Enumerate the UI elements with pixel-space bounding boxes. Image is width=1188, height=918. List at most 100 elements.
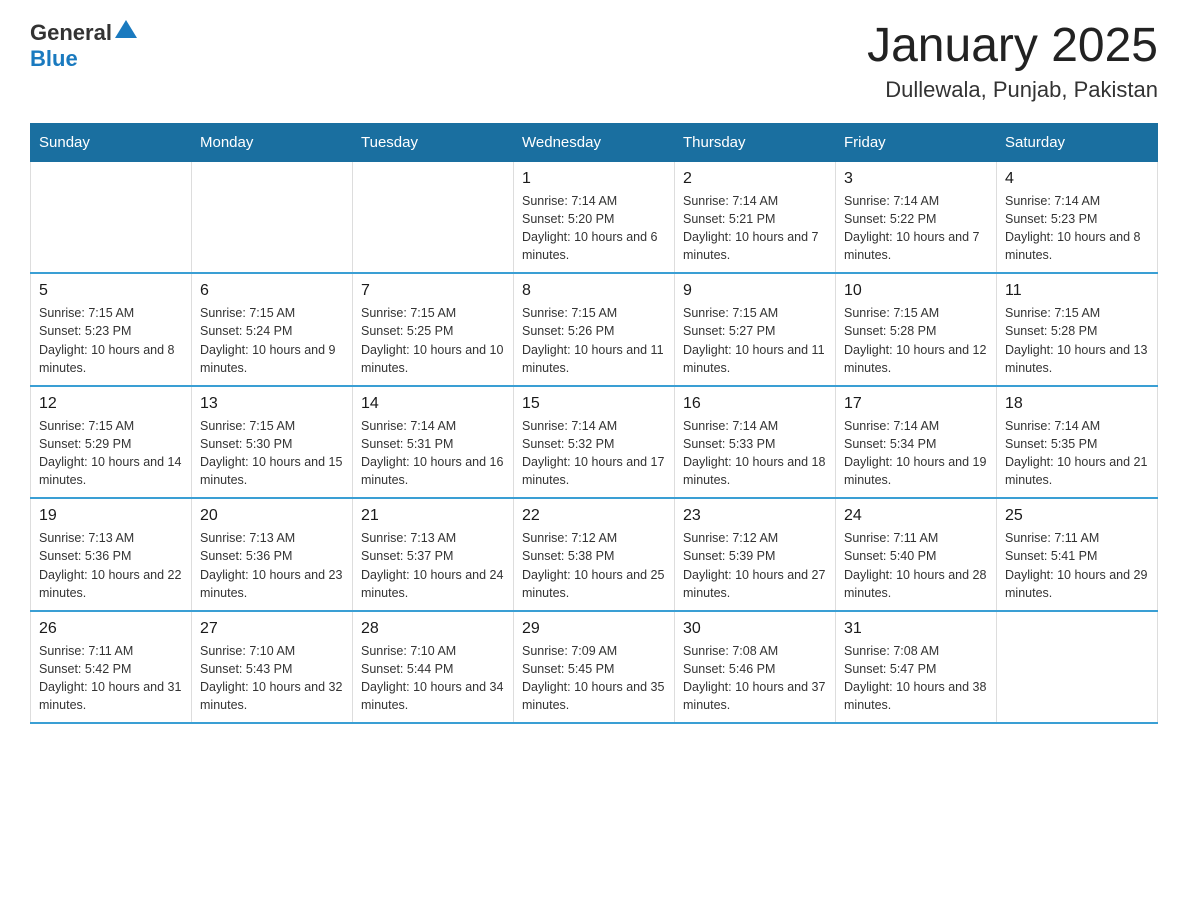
day-info: Sunrise: 7:15 AMSunset: 5:24 PMDaylight:… bbox=[200, 304, 344, 377]
day-number: 19 bbox=[39, 507, 183, 525]
day-header-friday: Friday bbox=[836, 123, 997, 161]
calendar-cell: 1 Sunrise: 7:14 AMSunset: 5:20 PMDaylight… bbox=[514, 161, 675, 273]
day-info: Sunrise: 7:14 AMSunset: 5:22 PMDaylight:… bbox=[844, 192, 988, 265]
calendar-cell: 7Sunrise: 7:15 AMSunset: 5:25 PMDaylight… bbox=[353, 273, 514, 386]
logo-arrow-icon bbox=[115, 20, 137, 43]
day-number: 24 bbox=[844, 507, 988, 525]
day-number: 5 bbox=[39, 282, 183, 300]
day-number: 3 bbox=[844, 170, 988, 188]
day-number: 15 bbox=[522, 395, 666, 413]
day-number: 10 bbox=[844, 282, 988, 300]
calendar-cell: 9 Sunrise: 7:15 AMSunset: 5:27 PMDaylight… bbox=[675, 273, 836, 386]
day-number: 23 bbox=[683, 507, 827, 525]
day-number: 27 bbox=[200, 620, 344, 638]
calendar-table: SundayMondayTuesdayWednesdayThursdayFrid… bbox=[30, 123, 1158, 725]
day-header-saturday: Saturday bbox=[997, 123, 1158, 161]
calendar-cell: 11Sunrise: 7:15 AMSunset: 5:28 PMDayligh… bbox=[997, 273, 1158, 386]
day-number: 22 bbox=[522, 507, 666, 525]
day-number: 25 bbox=[1005, 507, 1149, 525]
calendar-cell: 6Sunrise: 7:15 AMSunset: 5:24 PMDaylight… bbox=[192, 273, 353, 386]
logo-text-general: General bbox=[30, 20, 112, 46]
day-info: Sunrise: 7:12 AMSunset: 5:38 PMDaylight:… bbox=[522, 529, 666, 602]
calendar-cell: 8 Sunrise: 7:15 AMSunset: 5:26 PMDaylight… bbox=[514, 273, 675, 386]
day-header-sunday: Sunday bbox=[31, 123, 192, 161]
day-number: 21 bbox=[361, 507, 505, 525]
day-info: Sunrise: 7:14 AMSunset: 5:33 PMDaylight:… bbox=[683, 417, 827, 490]
calendar-cell: 12 Sunrise: 7:15 AMSunset: 5:29 PMDayligh… bbox=[31, 386, 192, 499]
day-number: 4 bbox=[1005, 170, 1149, 188]
calendar-cell: 18Sunrise: 7:14 AMSunset: 5:35 PMDayligh… bbox=[997, 386, 1158, 499]
day-header-tuesday: Tuesday bbox=[353, 123, 514, 161]
calendar-cell bbox=[997, 611, 1158, 724]
day-info: Sunrise: 7:10 AMSunset: 5:43 PMDaylight:… bbox=[200, 642, 344, 715]
calendar-cell: 29 Sunrise: 7:09 AMSunset: 5:45 PMDayligh… bbox=[514, 611, 675, 724]
calendar-cell: 13 Sunrise: 7:15 AMSunset: 5:30 PMDayligh… bbox=[192, 386, 353, 499]
logo-text-blue: Blue bbox=[30, 46, 78, 71]
page-header: General Blue January 2025 Dullewala, Pun… bbox=[30, 20, 1158, 103]
calendar-cell: 31Sunrise: 7:08 AMSunset: 5:47 PMDayligh… bbox=[836, 611, 997, 724]
day-number: 9 bbox=[683, 282, 827, 300]
day-info: Sunrise: 7:15 AMSunset: 5:30 PMDaylight:… bbox=[200, 417, 344, 490]
day-info: Sunrise: 7:10 AMSunset: 5:44 PMDaylight:… bbox=[361, 642, 505, 715]
day-info: Sunrise: 7:15 AMSunset: 5:29 PMDaylight:… bbox=[39, 417, 183, 490]
calendar-body: 1 Sunrise: 7:14 AMSunset: 5:20 PMDaylight… bbox=[31, 161, 1158, 723]
day-number: 13 bbox=[200, 395, 344, 413]
day-info: Sunrise: 7:15 AMSunset: 5:23 PMDaylight:… bbox=[39, 304, 183, 377]
calendar-cell: 15 Sunrise: 7:14 AMSunset: 5:32 PMDayligh… bbox=[514, 386, 675, 499]
day-info: Sunrise: 7:14 AMSunset: 5:21 PMDaylight:… bbox=[683, 192, 827, 265]
day-info: Sunrise: 7:14 AMSunset: 5:23 PMDaylight:… bbox=[1005, 192, 1149, 265]
day-number: 29 bbox=[522, 620, 666, 638]
day-info: Sunrise: 7:08 AMSunset: 5:47 PMDaylight:… bbox=[844, 642, 988, 715]
calendar-cell: 21 Sunrise: 7:13 AMSunset: 5:37 PMDayligh… bbox=[353, 498, 514, 611]
day-number: 8 bbox=[522, 282, 666, 300]
day-header-monday: Monday bbox=[192, 123, 353, 161]
day-number: 14 bbox=[361, 395, 505, 413]
day-number: 12 bbox=[39, 395, 183, 413]
calendar-cell: 16Sunrise: 7:14 AMSunset: 5:33 PMDayligh… bbox=[675, 386, 836, 499]
calendar-cell: 17 Sunrise: 7:14 AMSunset: 5:34 PMDayligh… bbox=[836, 386, 997, 499]
calendar-cell bbox=[31, 161, 192, 273]
day-number: 2 bbox=[683, 170, 827, 188]
day-info: Sunrise: 7:15 AMSunset: 5:27 PMDaylight:… bbox=[683, 304, 827, 377]
day-info: Sunrise: 7:13 AMSunset: 5:36 PMDaylight:… bbox=[200, 529, 344, 602]
calendar-header: SundayMondayTuesdayWednesdayThursdayFrid… bbox=[31, 123, 1158, 161]
day-info: Sunrise: 7:14 AMSunset: 5:20 PMDaylight:… bbox=[522, 192, 666, 265]
day-info: Sunrise: 7:15 AMSunset: 5:26 PMDaylight:… bbox=[522, 304, 666, 377]
calendar-cell bbox=[353, 161, 514, 273]
day-info: Sunrise: 7:11 AMSunset: 5:42 PMDaylight:… bbox=[39, 642, 183, 715]
calendar-cell: 24 Sunrise: 7:11 AMSunset: 5:40 PMDayligh… bbox=[836, 498, 997, 611]
day-number: 7 bbox=[361, 282, 505, 300]
week-row-5: 26Sunrise: 7:11 AMSunset: 5:42 PMDayligh… bbox=[31, 611, 1158, 724]
calendar-cell: 19 Sunrise: 7:13 AMSunset: 5:36 PMDayligh… bbox=[31, 498, 192, 611]
day-info: Sunrise: 7:13 AMSunset: 5:37 PMDaylight:… bbox=[361, 529, 505, 602]
week-row-3: 12 Sunrise: 7:15 AMSunset: 5:29 PMDayligh… bbox=[31, 386, 1158, 499]
logo: General Blue bbox=[30, 20, 137, 72]
day-info: Sunrise: 7:08 AMSunset: 5:46 PMDaylight:… bbox=[683, 642, 827, 715]
day-info: Sunrise: 7:11 AMSunset: 5:40 PMDaylight:… bbox=[844, 529, 988, 602]
calendar-cell: 28 Sunrise: 7:10 AMSunset: 5:44 PMDayligh… bbox=[353, 611, 514, 724]
day-number: 28 bbox=[361, 620, 505, 638]
day-info: Sunrise: 7:09 AMSunset: 5:45 PMDaylight:… bbox=[522, 642, 666, 715]
week-row-2: 5 Sunrise: 7:15 AMSunset: 5:23 PMDaylight… bbox=[31, 273, 1158, 386]
week-row-4: 19 Sunrise: 7:13 AMSunset: 5:36 PMDayligh… bbox=[31, 498, 1158, 611]
title-section: January 2025 Dullewala, Punjab, Pakistan bbox=[867, 20, 1158, 103]
day-info: Sunrise: 7:15 AMSunset: 5:28 PMDaylight:… bbox=[844, 304, 988, 377]
day-info: Sunrise: 7:12 AMSunset: 5:39 PMDaylight:… bbox=[683, 529, 827, 602]
calendar-cell bbox=[192, 161, 353, 273]
day-number: 1 bbox=[522, 170, 666, 188]
day-info: Sunrise: 7:14 AMSunset: 5:34 PMDaylight:… bbox=[844, 417, 988, 490]
calendar-cell: 20 Sunrise: 7:13 AMSunset: 5:36 PMDayligh… bbox=[192, 498, 353, 611]
day-header-wednesday: Wednesday bbox=[514, 123, 675, 161]
calendar-cell: 27 Sunrise: 7:10 AMSunset: 5:43 PMDayligh… bbox=[192, 611, 353, 724]
day-info: Sunrise: 7:13 AMSunset: 5:36 PMDaylight:… bbox=[39, 529, 183, 602]
calendar-cell: 14Sunrise: 7:14 AMSunset: 5:31 PMDayligh… bbox=[353, 386, 514, 499]
week-row-1: 1 Sunrise: 7:14 AMSunset: 5:20 PMDaylight… bbox=[31, 161, 1158, 273]
calendar-cell: 23 Sunrise: 7:12 AMSunset: 5:39 PMDayligh… bbox=[675, 498, 836, 611]
calendar-cell: 25Sunrise: 7:11 AMSunset: 5:41 PMDayligh… bbox=[997, 498, 1158, 611]
day-number: 17 bbox=[844, 395, 988, 413]
day-number: 11 bbox=[1005, 282, 1149, 300]
day-number: 20 bbox=[200, 507, 344, 525]
day-info: Sunrise: 7:14 AMSunset: 5:32 PMDaylight:… bbox=[522, 417, 666, 490]
day-header-thursday: Thursday bbox=[675, 123, 836, 161]
calendar-cell: 2 Sunrise: 7:14 AMSunset: 5:21 PMDaylight… bbox=[675, 161, 836, 273]
